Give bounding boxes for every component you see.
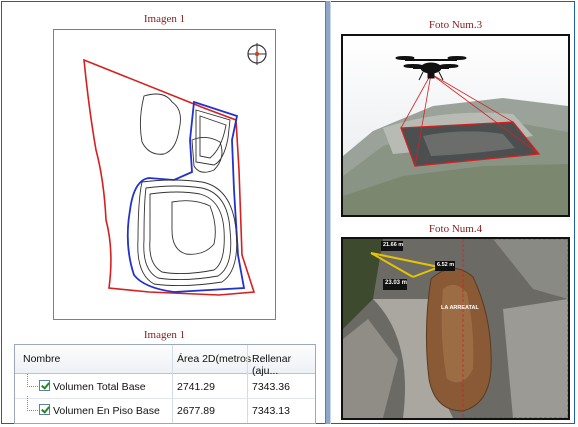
stockpile-label: LA ARREATAL <box>441 305 479 311</box>
row-checkbox[interactable] <box>39 404 50 415</box>
tree-connector <box>27 396 38 411</box>
site-map-figure <box>53 29 276 320</box>
table-row[interactable]: Volumen En Piso Base 2677.89 7343.13 <box>15 396 315 422</box>
stockpile-aerial-photo: 21.66 m 6.52 m 23.03 m LA ARREATAL <box>341 237 570 420</box>
map-caption-bottom: Imagen 1 <box>143 329 186 341</box>
row-area: 2741.29 <box>177 381 215 393</box>
measure-label-c: 23.03 m <box>385 280 408 286</box>
measure-label-a: 21.66 m <box>383 242 404 248</box>
row-fill: 7343.36 <box>252 381 290 393</box>
drone-survey-photo <box>341 34 570 217</box>
compass-icon <box>247 43 267 65</box>
stockpile-illustration <box>343 239 568 418</box>
table-row[interactable]: Volumen Total Base 2741.29 7343.36 <box>15 374 315 398</box>
table-header: Nombre Área 2D(metros ... Rellenar (aju.… <box>15 345 315 377</box>
contour-lines <box>137 93 238 287</box>
column-header-nombre[interactable]: Nombre <box>23 353 60 365</box>
map-caption-top: Imagen 1 <box>143 13 186 25</box>
site-map-drawing <box>83 43 267 296</box>
column-header-area[interactable]: Área 2D(metros ... <box>177 353 263 365</box>
drone-survey-illustration <box>343 36 568 215</box>
row-area: 2677.89 <box>177 405 215 417</box>
photo4-caption: Foto Num.4 <box>428 223 483 235</box>
volume-table: Nombre Área 2D(metros ... Rellenar (aju.… <box>14 344 316 424</box>
row-checkbox[interactable] <box>39 380 50 391</box>
column-divider <box>325 1 331 424</box>
row-name: Volumen En Piso Base <box>53 405 160 417</box>
photo3-caption: Foto Num.3 <box>428 19 483 31</box>
column-header-fill[interactable]: Rellenar (aju... <box>252 353 315 377</box>
row-name: Volumen Total Base <box>53 381 146 393</box>
row-fill: 7343.13 <box>252 405 290 417</box>
measure-label-b: 6.52 m <box>437 262 455 268</box>
tree-connector <box>27 374 38 387</box>
row-separator <box>15 398 315 399</box>
